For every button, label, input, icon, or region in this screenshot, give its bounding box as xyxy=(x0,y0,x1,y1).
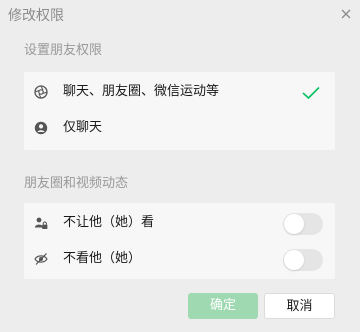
toggle-row-hide-their-moments: 不看他（她） xyxy=(24,241,335,277)
checkmark-icon xyxy=(302,86,320,100)
dialog-title: 修改权限 xyxy=(8,8,64,24)
toggle-row-hide-my-moments: 不让他（她）看 xyxy=(24,205,335,241)
option-label: 仅聊天 xyxy=(63,120,103,135)
friend-permission-section-label: 设置朋友权限 xyxy=(24,43,103,58)
toggle-knob xyxy=(284,250,304,270)
confirm-button[interactable]: 确定 xyxy=(188,293,258,319)
permission-dialog: 修改权限 设置朋友权限 聊天、朋友圈、微信运动等 仅聊天 朋友圈和视频动态 不让… xyxy=(0,0,360,332)
option-label: 聊天、朋友圈、微信运动等 xyxy=(63,84,220,99)
friend-permission-card: 聊天、朋友圈、微信运动等 仅聊天 xyxy=(24,72,335,150)
toggle-label: 不看他（她） xyxy=(63,251,142,266)
hide-their-moments-toggle[interactable] xyxy=(283,249,323,271)
moments-card: 不让他（她）看 不看他（她） xyxy=(24,203,335,279)
option-chat-only[interactable]: 仅聊天 xyxy=(24,110,335,146)
lock-user-icon xyxy=(34,217,48,229)
user-circle-icon xyxy=(34,121,48,135)
close-icon[interactable] xyxy=(338,6,354,22)
settings-aperture-icon xyxy=(34,85,48,99)
eye-slash-icon xyxy=(34,253,48,265)
toggle-knob xyxy=(284,214,304,234)
hide-my-moments-toggle[interactable] xyxy=(283,213,323,235)
cancel-button[interactable]: 取消 xyxy=(264,293,335,319)
toggle-label: 不让他（她）看 xyxy=(63,215,155,230)
moments-section-label: 朋友圈和视频动态 xyxy=(24,176,129,191)
option-chat-moments-werun[interactable]: 聊天、朋友圈、微信运动等 xyxy=(24,74,335,110)
